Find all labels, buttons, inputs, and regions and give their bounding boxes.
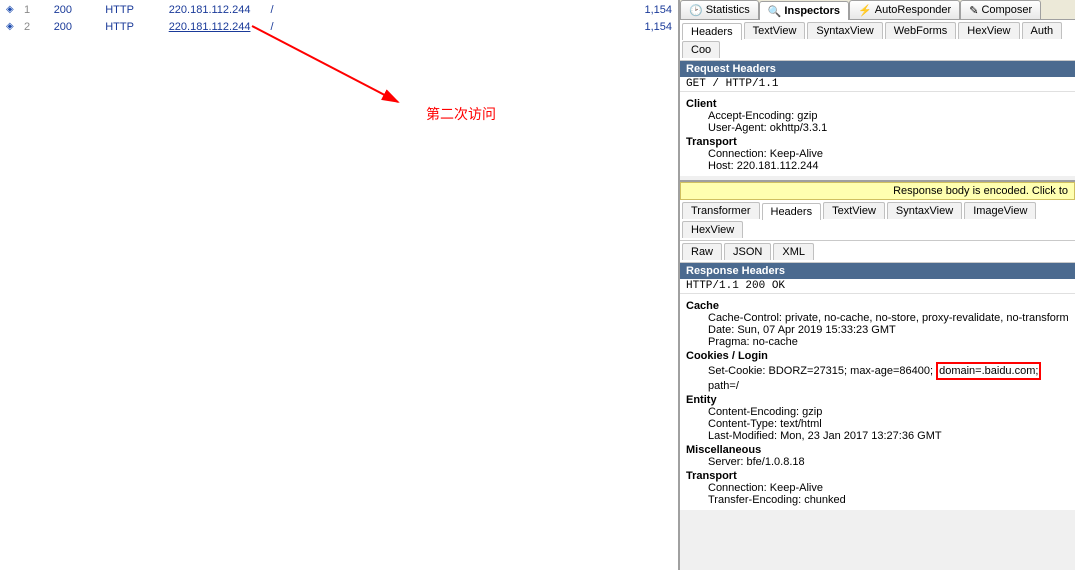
session-row[interactable]: ◈ 2 200 HTTP 220.181.112.244 / 1,154 <box>2 19 676 34</box>
session-idx: 2 <box>20 19 48 34</box>
request-headers-title: Request Headers <box>680 61 1075 77</box>
rtab-cookies[interactable]: Coo <box>682 41 720 58</box>
rgrp-transport[interactable]: Transport <box>686 470 1069 482</box>
session-protocol: HTTP <box>101 19 162 34</box>
response-section: Response body is encoded. Click to Trans… <box>680 180 1075 570</box>
rtab-headers[interactable]: Headers <box>682 23 742 40</box>
response-tree: Cache Cache-Control: private, no-cache, … <box>680 294 1075 510</box>
session-host: 220.181.112.244 <box>165 2 265 17</box>
rgrp-entity[interactable]: Entity <box>686 394 1069 406</box>
sessions-table: ◈ 1 200 HTTP 220.181.112.244 / 1,154 ◈ 2… <box>0 0 678 36</box>
grp-transport[interactable]: Transport <box>686 136 1069 148</box>
session-body: 1,154 <box>631 2 676 17</box>
session-row[interactable]: ◈ 1 200 HTTP 220.181.112.244 / 1,154 <box>2 2 676 17</box>
rgrp-misc[interactable]: Miscellaneous <box>686 444 1069 456</box>
stab-transformer[interactable]: Transformer <box>682 202 760 219</box>
stab-imageview[interactable]: ImageView <box>964 202 1036 219</box>
clock-icon: 🕑 <box>689 4 703 17</box>
response-raw-line: HTTP/1.1 200 OK <box>680 279 1075 294</box>
session-url: / <box>266 2 629 17</box>
hdr-user-agent[interactable]: User-Agent: okhttp/3.3.1 <box>708 122 1069 134</box>
lightning-icon: ⚡ <box>858 4 872 17</box>
rhdr-transfer-encoding[interactable]: Transfer-Encoding: chunked <box>708 494 1069 506</box>
stab-json[interactable]: JSON <box>724 243 771 260</box>
cookie-domain-highlight: domain=.baidu.com; <box>936 362 1041 380</box>
rhdr-last-modified[interactable]: Last-Modified: Mon, 23 Jan 2017 13:27:36… <box>708 430 1069 442</box>
rhdr-connection[interactable]: Connection: Keep-Alive <box>708 482 1069 494</box>
rhdr-date[interactable]: Date: Sun, 07 Apr 2019 15:33:23 GMT <box>708 324 1069 336</box>
session-result: 200 <box>50 2 100 17</box>
rhdr-server[interactable]: Server: bfe/1.0.8.18 <box>708 456 1069 468</box>
compose-icon: ✎ <box>969 4 978 17</box>
stab-xml[interactable]: XML <box>773 243 814 260</box>
tab-inspectors[interactable]: 🔍Inspectors <box>759 1 849 20</box>
rhdr-content-encoding[interactable]: Content-Encoding: gzip <box>708 406 1069 418</box>
rhdr-cache-control[interactable]: Cache-Control: private, no-cache, no-sto… <box>708 312 1069 324</box>
rgrp-cookies[interactable]: Cookies / Login <box>686 350 1069 362</box>
stab-hexview[interactable]: HexView <box>682 221 743 238</box>
rtab-auth[interactable]: Auth <box>1022 22 1063 39</box>
session-result: 200 <box>50 19 100 34</box>
rgrp-cache[interactable]: Cache <box>686 300 1069 312</box>
rtab-webforms[interactable]: WebForms <box>885 22 957 39</box>
hdr-host[interactable]: Host: 220.181.112.244 <box>708 160 1069 172</box>
hdr-connection[interactable]: Connection: Keep-Alive <box>708 148 1069 160</box>
tab-autoresponder[interactable]: ⚡AutoResponder <box>849 0 960 19</box>
session-body: 1,154 <box>631 19 676 34</box>
stab-raw[interactable]: Raw <box>682 243 722 260</box>
rtab-textview[interactable]: TextView <box>744 22 806 39</box>
tab-composer[interactable]: ✎Composer <box>960 0 1041 19</box>
rhdr-content-type[interactable]: Content-Type: text/html <box>708 418 1069 430</box>
magnifier-icon: 🔍 <box>768 5 782 18</box>
request-tab-bar: Headers TextView SyntaxView WebForms Hex… <box>680 20 1075 61</box>
response-headers-title: Response Headers <box>680 263 1075 279</box>
session-idx: 1 <box>20 2 48 17</box>
rhdr-set-cookie[interactable]: Set-Cookie: BDORZ=27315; max-age=86400; … <box>708 362 1069 392</box>
hdr-accept-encoding[interactable]: Accept-Encoding: gzip <box>708 110 1069 122</box>
session-protocol: HTTP <box>101 2 162 17</box>
annotation-text: 第二次访问 <box>426 104 496 124</box>
stab-headers[interactable]: Headers <box>762 203 822 220</box>
inspector-pane: 🕑Statistics 🔍Inspectors ⚡AutoResponder ✎… <box>680 0 1075 570</box>
rhdr-pragma[interactable]: Pragma: no-cache <box>708 336 1069 348</box>
session-icon: ◈ <box>2 19 18 34</box>
rtab-syntaxview[interactable]: SyntaxView <box>807 22 882 39</box>
tab-statistics[interactable]: 🕑Statistics <box>680 0 759 19</box>
session-url: / <box>266 19 629 34</box>
session-icon: ◈ <box>2 2 18 17</box>
session-host: 220.181.112.244 <box>165 19 265 34</box>
grp-client[interactable]: Client <box>686 98 1069 110</box>
sessions-pane: ◈ 1 200 HTTP 220.181.112.244 / 1,154 ◈ 2… <box>0 0 680 570</box>
response-encoded-bar[interactable]: Response body is encoded. Click to <box>680 182 1075 200</box>
request-raw-line: GET / HTTP/1.1 <box>680 77 1075 92</box>
main-tab-bar: 🕑Statistics 🔍Inspectors ⚡AutoResponder ✎… <box>680 0 1075 20</box>
stab-textview[interactable]: TextView <box>823 202 885 219</box>
response-tab-bar2: Raw JSON XML <box>680 241 1075 263</box>
stab-syntaxview[interactable]: SyntaxView <box>887 202 962 219</box>
response-tab-bar: Transformer Headers TextView SyntaxView … <box>680 200 1075 241</box>
request-tree: Client Accept-Encoding: gzip User-Agent:… <box>680 92 1075 176</box>
rtab-hexview[interactable]: HexView <box>958 22 1019 39</box>
